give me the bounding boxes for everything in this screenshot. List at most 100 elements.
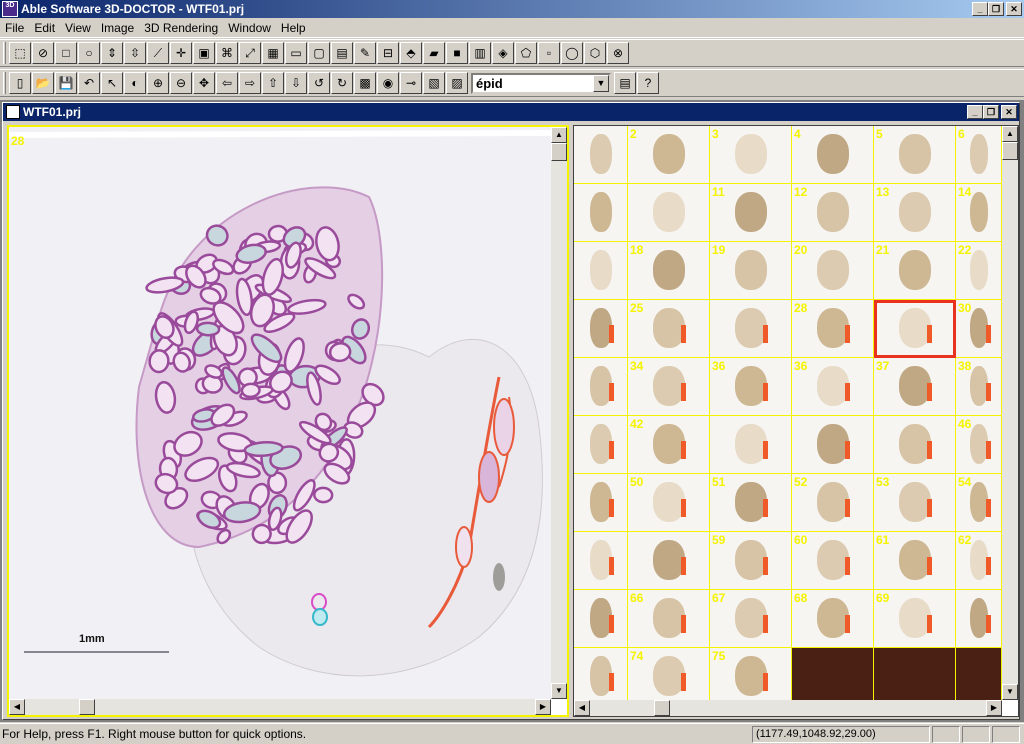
menu-edit[interactable]: Edit [29, 21, 60, 35]
slice-thumbnail[interactable]: 13 [874, 184, 956, 242]
menu-view[interactable]: View [60, 21, 96, 35]
histogram-icon[interactable]: ▥ [469, 42, 491, 64]
montage-scroll-left-button[interactable]: ◀ [574, 700, 590, 716]
arrow-down-icon[interactable]: ⇩ [285, 72, 307, 94]
frame-icon[interactable]: ▢ [308, 42, 330, 64]
slice-thumbnail[interactable]: 75 [710, 648, 792, 700]
contrast-icon[interactable]: ◐ [124, 72, 146, 94]
slice-thumbnail[interactable]: 66 [628, 590, 710, 648]
vertical-scroll-thumb[interactable] [551, 143, 567, 161]
slice-thumbnail[interactable]: 4 [792, 126, 874, 184]
slice-thumbnail[interactable]: 74 [628, 648, 710, 700]
slice-thumbnail[interactable]: 18 [628, 242, 710, 300]
zoom-out-icon[interactable]: ⊖ [170, 72, 192, 94]
montage-vertical-thumb[interactable] [1002, 142, 1018, 160]
slice-thumbnail[interactable]: 20 [792, 242, 874, 300]
move-vertical-icon[interactable]: ⇳ [124, 42, 146, 64]
pan-icon[interactable]: ✥ [193, 72, 215, 94]
line-tool-icon[interactable]: ⟋ [147, 42, 169, 64]
project-window-title-bar[interactable]: WTF01.prj _ ❐ ✕ [3, 103, 1019, 121]
rotate-ccw-icon[interactable]: ↺ [308, 72, 330, 94]
slice-thumbnail[interactable] [792, 416, 874, 474]
slice-thumbnail[interactable]: 37 [874, 358, 956, 416]
rectangle-icon[interactable]: □ [55, 42, 77, 64]
stack-icon[interactable]: ▧ [423, 72, 445, 94]
app-title-bar[interactable]: 3D Able Software 3D-DOCTOR - WTF01.prj _… [0, 0, 1024, 18]
montage-scroll-down-button[interactable]: ▼ [1002, 684, 1018, 700]
slice-thumbnail[interactable] [574, 648, 628, 700]
slice-thumbnail[interactable]: 36 [792, 358, 874, 416]
scroll-right-button[interactable]: ▶ [535, 699, 551, 715]
slice-thumbnail[interactable] [874, 648, 956, 700]
scroll-down-button[interactable]: ▼ [551, 683, 567, 699]
slice-thumbnail[interactable]: 21 [874, 242, 956, 300]
freehand-icon[interactable]: ⊘ [32, 42, 54, 64]
slice-horizontal-scrollbar[interactable]: ◀ ▶ [9, 699, 551, 715]
toolbar-grip[interactable] [3, 42, 6, 64]
slice-thumbnail[interactable]: 28 [792, 300, 874, 358]
surface-icon[interactable]: ▰ [423, 42, 445, 64]
app-logo-icon[interactable]: 3D [2, 1, 18, 17]
slice-thumbnail[interactable] [628, 184, 710, 242]
slice-thumbnail[interactable] [874, 416, 956, 474]
slice-thumbnail[interactable]: 62 [956, 532, 1002, 590]
child-close-button[interactable]: ✕ [1001, 105, 1017, 119]
object-name-combo[interactable]: épid ▼ [471, 72, 611, 94]
slice-thumbnail[interactable]: 42 [628, 416, 710, 474]
scroll-up-button[interactable]: ▲ [551, 127, 567, 143]
slice-thumbnail[interactable]: 25 [628, 300, 710, 358]
menu-window[interactable]: Window [223, 21, 276, 35]
slice-thumbnail[interactable]: 60 [792, 532, 874, 590]
segment-icon[interactable]: ◉ [377, 72, 399, 94]
slice-thumbnail[interactable]: 34 [628, 358, 710, 416]
slice-thumbnail[interactable]: 3 [710, 126, 792, 184]
slice-thumbnail[interactable] [574, 358, 628, 416]
slice-thumbnail[interactable] [710, 416, 792, 474]
slice-thumbnail[interactable]: 61 [874, 532, 956, 590]
render-icon[interactable]: ▩ [354, 72, 376, 94]
fill-icon[interactable]: ■ [446, 42, 468, 64]
slice-thumbnail[interactable] [628, 532, 710, 590]
link-icon[interactable]: ⊸ [400, 72, 422, 94]
grid-icon[interactable]: ▦ [262, 42, 284, 64]
undo-icon[interactable]: ↶ [78, 72, 100, 94]
toolbar-grip[interactable] [3, 72, 6, 94]
rotate-cw-icon[interactable]: ↻ [331, 72, 353, 94]
zoom-in-icon[interactable]: ⊕ [147, 72, 169, 94]
context-help-icon[interactable]: ? [637, 72, 659, 94]
menu-3d-rendering[interactable]: 3D Rendering [139, 21, 223, 35]
slice-thumbnail[interactable]: 59 [710, 532, 792, 590]
combo-dropdown-arrow-icon[interactable]: ▼ [593, 74, 609, 92]
document-icon[interactable] [6, 105, 20, 119]
node-edit-icon[interactable]: ⌘ [216, 42, 238, 64]
shape-select-icon[interactable]: ◈ [492, 42, 514, 64]
restore-button[interactable]: ❐ [988, 2, 1004, 16]
menu-file[interactable]: File [0, 21, 29, 35]
montage-horizontal-thumb[interactable] [654, 700, 670, 716]
open-icon[interactable]: 📂 [32, 72, 54, 94]
layer-icon[interactable]: ⬘ [400, 42, 422, 64]
horizontal-scroll-thumb[interactable] [79, 699, 95, 715]
slice-thumbnail[interactable] [710, 300, 792, 358]
montage-scroll-up-button[interactable]: ▲ [1002, 126, 1018, 142]
color-icon[interactable]: ▨ [446, 72, 468, 94]
circle-icon[interactable]: ◯ [561, 42, 583, 64]
arrow-right-icon[interactable]: ⇨ [239, 72, 261, 94]
selected-slice-thumbnail[interactable] [874, 300, 956, 358]
cancel-shape-icon[interactable]: ⊗ [607, 42, 629, 64]
crosshair-icon[interactable]: ✛ [170, 42, 192, 64]
slice-thumbnail[interactable] [574, 184, 628, 242]
pointer-icon[interactable]: ↖ [101, 72, 123, 94]
slice-thumbnail[interactable] [956, 648, 1002, 700]
box-icon[interactable]: ▣ [193, 42, 215, 64]
slice-thumbnail[interactable] [574, 126, 628, 184]
slice-montage-pane[interactable]: 2 3 4 5 6 11 12 13 14 18 19 20 21 22 25 28 30 34 36 36 37 38 4… [573, 125, 1019, 717]
text-obj-icon[interactable]: ▭ [285, 42, 307, 64]
save-icon[interactable]: 💾 [55, 72, 77, 94]
slice-image[interactable]: 28 1mm [9, 127, 551, 699]
slice-thumbnail[interactable] [574, 474, 628, 532]
montage-horizontal-scrollbar[interactable]: ◀ ▶ [574, 700, 1002, 716]
ruler-icon[interactable]: ✎ [354, 42, 376, 64]
slice-thumbnail[interactable]: 19 [710, 242, 792, 300]
scroll-left-button[interactable]: ◀ [9, 699, 25, 715]
